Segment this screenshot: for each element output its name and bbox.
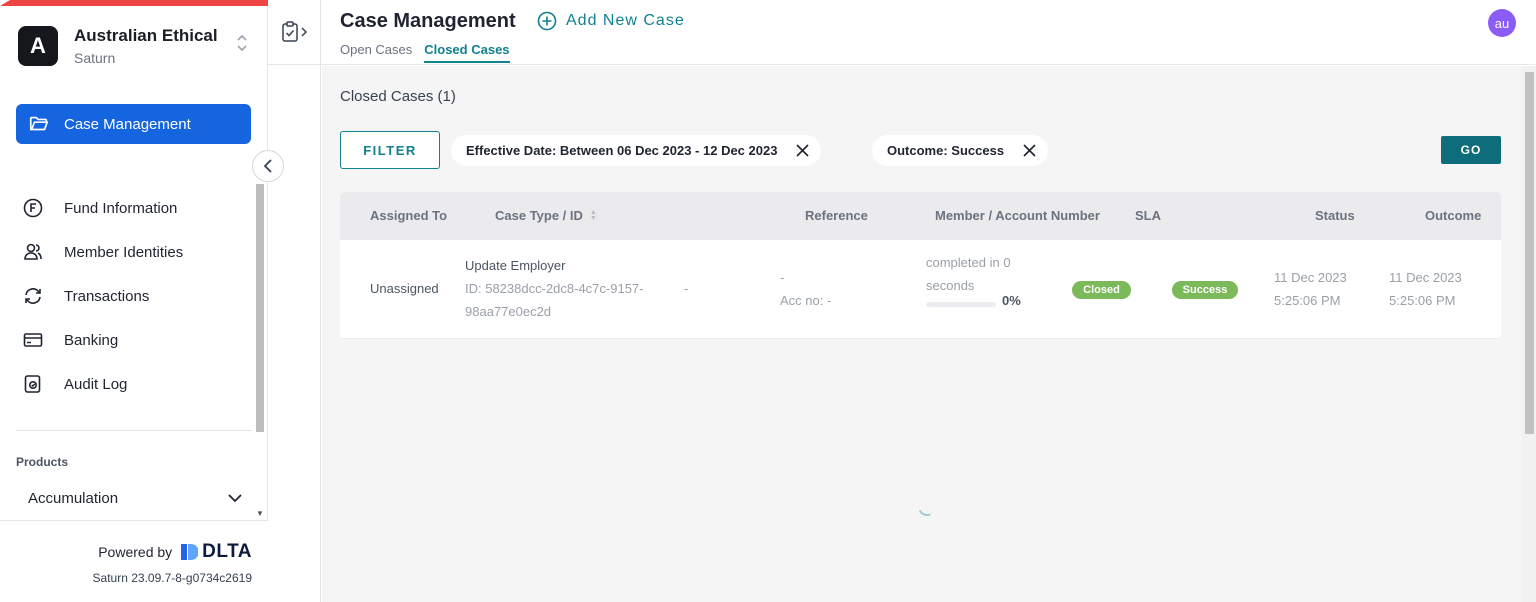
cell-outcome-time: 5:25:06 PM: [1389, 293, 1456, 308]
sidebar-item-banking[interactable]: Banking: [22, 318, 232, 362]
cell-sla-line1: completed in 0: [926, 255, 1011, 270]
cell-sla-line2: seconds: [926, 278, 975, 293]
powered-by-label: Powered by: [98, 544, 173, 560]
cell-reference: -: [684, 281, 689, 296]
cell-case-id-line1: ID: 58238dcc-2dc8-4c7c-9157-: [465, 281, 644, 296]
column-header-status[interactable]: Status: [1315, 208, 1355, 223]
users-icon: [22, 241, 44, 263]
sidebar-item-label: Fund Information: [64, 199, 178, 217]
sla-percent: 0%: [1002, 293, 1021, 308]
sidebar-divider: [16, 430, 252, 431]
sidebar-item-label: Accumulation: [28, 489, 119, 507]
column-header-label: Case Type / ID: [495, 208, 583, 223]
chevron-down-icon: [228, 490, 242, 507]
column-header-assigned-to[interactable]: Assigned To: [370, 208, 447, 223]
products-label: Products: [16, 455, 69, 469]
table-row[interactable]: Unassigned Update Employer ID: 58238dcc-…: [340, 240, 1501, 339]
column-header-outcome[interactable]: Outcome: [1425, 208, 1481, 223]
cell-status-date: 11 Dec 2023: [1274, 270, 1347, 285]
page-header: Case Management Add New Case Open Cases …: [321, 0, 1536, 65]
sidebar: A Australian Ethical Saturn Case Managem…: [0, 0, 268, 602]
column-header-case-type[interactable]: Case Type / ID ▲ ▼: [495, 208, 597, 223]
chevron-up-down-icon[interactable]: [236, 34, 248, 53]
org-switcher[interactable]: A Australian Ethical Saturn: [18, 24, 258, 68]
sidebar-item-audit-log[interactable]: Audit Log: [22, 362, 232, 406]
secondary-rail: [268, 0, 321, 602]
cell-case-id-line2: 98aa77e0ec2d: [465, 304, 552, 319]
sidebar-top-stripe: [0, 0, 268, 6]
scroll-down-arrow-icon[interactable]: ▼: [256, 509, 264, 518]
powered-by: Powered by DLTA: [98, 541, 252, 563]
sidebar-collapse-button[interactable]: [252, 150, 284, 182]
page-title: Case Management: [340, 10, 516, 32]
dlta-wordmark: DLTA: [202, 541, 252, 562]
main-scrollbar[interactable]: [1522, 66, 1536, 602]
plus-circle-icon: [537, 11, 557, 31]
filter-chip-effective-date: Effective Date: Between 06 Dec 2023 - 12…: [451, 135, 822, 166]
column-header-reference[interactable]: Reference: [805, 208, 868, 223]
org-logo: A: [18, 26, 58, 66]
status-badge: Closed: [1072, 281, 1131, 299]
app-version: Saturn 23.09.7-8-g0734c2619: [92, 571, 252, 585]
app: A Australian Ethical Saturn Case Managem…: [0, 0, 1536, 602]
org-subtitle: Saturn: [74, 50, 116, 66]
filter-chip-label: Effective Date: Between 06 Dec 2023 - 12…: [466, 143, 778, 158]
cell-outcome-date: 11 Dec 2023: [1389, 270, 1462, 285]
filter-chip-label: Outcome: Success: [887, 143, 1005, 158]
clipboard-check-icon: [281, 21, 307, 42]
sidebar-item-case-management[interactable]: Case Management: [16, 104, 251, 144]
fund-f-circle-icon: [22, 197, 44, 219]
cell-member: -: [780, 270, 785, 285]
sidebar-item-label: Member Identities: [64, 243, 184, 261]
dlta-logo: DLTA: [180, 541, 252, 563]
table-header: Assigned To Case Type / ID ▲ ▼ Reference …: [340, 192, 1501, 240]
outcome-badge: Success: [1172, 281, 1238, 299]
main-scrollbar-thumb[interactable]: [1525, 72, 1534, 434]
refresh-icon: [22, 285, 44, 307]
sidebar-item-transactions[interactable]: Transactions: [22, 274, 232, 318]
chevron-left-icon: [263, 159, 272, 173]
sidebar-item-fund-information[interactable]: Fund Information: [22, 186, 232, 230]
cell-account: Acc no: -: [780, 293, 832, 308]
filter-chip-outcome: Outcome: Success: [872, 135, 1049, 166]
cases-table: Assigned To Case Type / ID ▲ ▼ Reference …: [340, 192, 1501, 339]
sidebar-scrollbar[interactable]: ▼: [254, 170, 266, 520]
user-avatar[interactable]: au: [1488, 9, 1516, 37]
sidebar-scrollbar-thumb[interactable]: [256, 184, 264, 432]
section-title: Closed Cases (1): [340, 88, 456, 105]
audit-log-icon: [22, 373, 44, 395]
folder-open-icon: [28, 113, 50, 135]
close-icon[interactable]: [1022, 144, 1036, 158]
sidebar-item-label: Case Management: [64, 115, 191, 133]
close-icon[interactable]: [795, 144, 809, 158]
add-new-case-label: Add New Case: [566, 12, 685, 29]
filter-button[interactable]: FILTER: [340, 131, 440, 169]
sidebar-item-member-identities[interactable]: Member Identities: [22, 230, 232, 274]
sla-progress-bar: [926, 302, 996, 307]
org-text: Australian Ethical Saturn: [74, 26, 218, 66]
go-button[interactable]: GO: [1441, 136, 1501, 164]
tab-open-cases[interactable]: Open Cases: [340, 42, 412, 63]
credit-card-icon: [22, 329, 44, 351]
add-new-case-button[interactable]: Add New Case: [537, 11, 685, 31]
sidebar-item-label: Transactions: [64, 287, 150, 305]
dlta-mark-icon: [181, 544, 199, 560]
main-content: Closed Cases (1) FILTER Effective Date: …: [322, 66, 1522, 602]
sort-icon[interactable]: ▲ ▼: [590, 209, 597, 222]
sidebar-item-label: Audit Log: [64, 375, 128, 393]
cell-case-type: Update Employer: [465, 258, 566, 273]
sidebar-footer: Powered by DLTA Saturn 23.09.7-8-g0734c2…: [0, 520, 268, 602]
cell-assigned-to: Unassigned: [370, 281, 439, 296]
sidebar-item-accumulation[interactable]: Accumulation: [28, 486, 242, 510]
case-tabs: Open Cases Closed Cases: [340, 42, 522, 63]
loading-spinner: [915, 495, 939, 519]
cell-status-time: 5:25:06 PM: [1274, 293, 1341, 308]
sidebar-nav: Fund Information Member Identities Trans…: [22, 186, 232, 406]
tab-closed-cases[interactable]: Closed Cases: [424, 42, 510, 63]
org-name: Australian Ethical: [74, 26, 218, 45]
case-rail-toggle[interactable]: [268, 0, 321, 65]
sidebar-item-label: Banking: [64, 331, 119, 349]
column-header-member[interactable]: Member / Account Number: [935, 208, 1100, 223]
column-header-sla[interactable]: SLA: [1135, 208, 1161, 223]
